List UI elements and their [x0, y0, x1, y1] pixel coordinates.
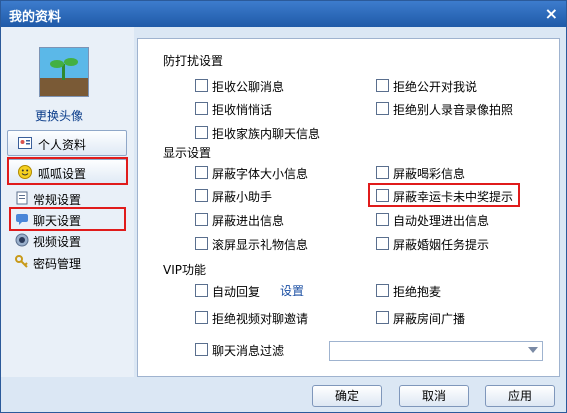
- highlight-box-chat: [9, 207, 126, 231]
- checkbox-chat-message-filter[interactable]: 聊天消息过滤: [195, 341, 325, 359]
- checkbox-label: 拒绝别人录音录像拍照: [393, 103, 514, 117]
- checkbox-box[interactable]: [195, 343, 208, 356]
- checkbox-box[interactable]: [195, 102, 208, 115]
- checkbox-block-cheer[interactable]: 屏蔽喝彩信息: [376, 164, 536, 182]
- checkbox-reject-recording[interactable]: 拒绝别人录音录像拍照: [376, 100, 546, 118]
- checkbox-label: 拒收悄悄话: [212, 103, 273, 117]
- sidebar-item-label: 常规设置: [33, 193, 82, 207]
- checkbox-reject-video-invite[interactable]: 拒绝视频对聊邀请: [195, 309, 355, 327]
- apply-button[interactable]: 应用: [485, 385, 555, 407]
- sidebar: 更换头像 个人资料 呱呱设置 常规设置 聊天设置 视频设置 密码管理: [1, 27, 134, 377]
- camera-icon: [15, 233, 29, 247]
- checkbox-block-enter-exit[interactable]: 屏蔽进出信息: [195, 211, 345, 229]
- checkbox-box[interactable]: [376, 166, 389, 179]
- checkbox-label: 屏蔽喝彩信息: [393, 167, 466, 181]
- checkbox-label: 拒收公聊消息: [212, 80, 285, 94]
- checkbox-block-assistant[interactable]: 屏蔽小助手: [195, 187, 345, 205]
- checkbox-label: 自动回复: [212, 285, 261, 299]
- checkbox-box[interactable]: [195, 189, 208, 202]
- checkbox-scroll-gift-info[interactable]: 滚屏显示礼物信息: [195, 235, 355, 253]
- checkbox-reject-whisper[interactable]: 拒收悄悄话: [195, 100, 345, 118]
- checkbox-label: 自动处理进出信息: [393, 214, 490, 228]
- id-card-icon: [18, 137, 32, 149]
- checkbox-box[interactable]: [376, 237, 389, 250]
- title-bar[interactable]: 我的资料 ×: [1, 1, 566, 27]
- checkbox-box[interactable]: [376, 79, 389, 92]
- plant-avatar-icon: [40, 48, 88, 96]
- checkbox-block-font-size[interactable]: 屏蔽字体大小信息: [195, 164, 355, 182]
- checkbox-label: 拒绝视频对聊邀请: [212, 312, 309, 326]
- checkbox-reject-mic-grab[interactable]: 拒绝抱麦: [376, 282, 496, 300]
- document-icon: [16, 191, 28, 205]
- checkbox-auto-reply[interactable]: 自动回复: [195, 282, 275, 300]
- checkbox-box[interactable]: [376, 284, 389, 297]
- key-icon: [15, 255, 28, 268]
- close-icon[interactable]: ×: [545, 4, 558, 23]
- checkbox-label: 屏蔽小助手: [212, 190, 273, 204]
- highlight-box-lucky-card: [368, 183, 520, 207]
- checkbox-block-room-broadcast[interactable]: 屏蔽房间广播: [376, 309, 526, 327]
- checkbox-box[interactable]: [195, 126, 208, 139]
- checkbox-reject-public-to-me[interactable]: 拒绝公开对我说: [376, 77, 536, 95]
- checkbox-label: 拒绝抱麦: [393, 285, 442, 299]
- section-title-display: 显示设置: [163, 146, 212, 160]
- ok-button[interactable]: 确定: [312, 385, 382, 407]
- checkbox-label: 滚屏显示礼物信息: [212, 238, 309, 252]
- checkbox-label: 屏蔽字体大小信息: [212, 167, 309, 181]
- checkbox-label: 屏蔽房间广播: [393, 312, 466, 326]
- sidebar-item-password[interactable]: 密码管理: [15, 252, 125, 272]
- profile-button[interactable]: 个人资料: [7, 130, 127, 156]
- checkbox-box[interactable]: [195, 213, 208, 226]
- change-avatar-link[interactable]: 更换头像: [35, 107, 83, 124]
- checkbox-box[interactable]: [376, 213, 389, 226]
- section-title-anti-disturb: 防打扰设置: [163, 54, 224, 68]
- checkbox-label: 拒收家族内聊天信息: [212, 127, 321, 141]
- checkbox-label: 屏蔽进出信息: [212, 214, 285, 228]
- checkbox-label: 拒绝公开对我说: [393, 80, 478, 94]
- checkbox-box[interactable]: [376, 311, 389, 324]
- checkbox-box[interactable]: [195, 79, 208, 92]
- checkbox-box[interactable]: [195, 311, 208, 324]
- checkbox-box[interactable]: [195, 237, 208, 250]
- message-filter-select[interactable]: [329, 341, 543, 361]
- checkbox-box[interactable]: [376, 102, 389, 115]
- window-title: 我的资料: [9, 10, 62, 25]
- sidebar-item-label: 密码管理: [33, 257, 82, 271]
- sidebar-item-video[interactable]: 视频设置: [15, 230, 125, 250]
- checkbox-box[interactable]: [195, 166, 208, 179]
- auto-reply-settings-link[interactable]: 设置: [280, 282, 304, 299]
- settings-window: 我的资料 × 更换头像 个人资料 呱呱设置 常规设置 聊天设置 视频设置 密码管…: [0, 0, 567, 413]
- checkbox-label: 聊天消息过滤: [212, 344, 285, 358]
- settings-panel: 防打扰设置 拒收公聊消息 拒绝公开对我说 拒收悄悄话 拒绝别人录音录像拍照 拒收…: [137, 38, 560, 377]
- cancel-button[interactable]: 取消: [399, 385, 469, 407]
- checkbox-block-marriage-task[interactable]: 屏蔽婚姻任务提示: [376, 235, 536, 253]
- checkbox-label: 屏蔽婚姻任务提示: [393, 238, 490, 252]
- checkbox-reject-public-chat[interactable]: 拒收公聊消息: [195, 77, 345, 95]
- highlight-box-guagua: [7, 157, 128, 185]
- checkbox-auto-handle-enter-exit[interactable]: 自动处理进出信息: [376, 211, 536, 229]
- profile-button-label: 个人资料: [38, 138, 87, 152]
- sidebar-item-general[interactable]: 常规设置: [15, 188, 125, 208]
- dialog-footer: 确定 取消 应用: [1, 377, 566, 412]
- sidebar-item-label: 视频设置: [33, 235, 82, 249]
- chevron-down-icon[interactable]: [528, 347, 538, 353]
- checkbox-reject-family-chat[interactable]: 拒收家族内聊天信息: [195, 124, 365, 142]
- section-title-vip: VIP功能: [163, 263, 206, 277]
- checkbox-box[interactable]: [195, 284, 208, 297]
- avatar[interactable]: [39, 47, 89, 97]
